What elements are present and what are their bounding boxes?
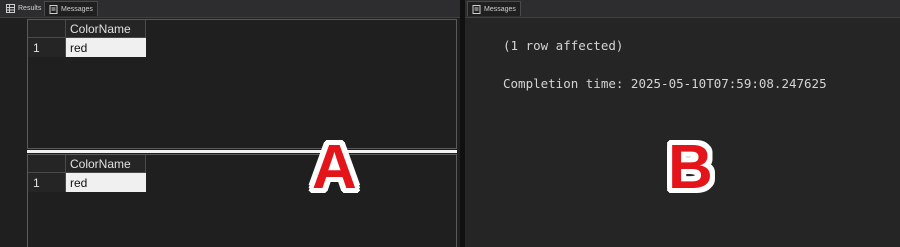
column-header[interactable]: ColorName <box>66 20 146 38</box>
messages-icon <box>472 4 481 14</box>
result-grid-2: ColorName 1 red <box>27 154 457 247</box>
results-tabstrip: Results Messages <box>0 0 460 18</box>
grid-corner-cell[interactable] <box>28 20 66 38</box>
tab-results-label: Results <box>18 5 42 12</box>
splitter-bar[interactable] <box>27 150 457 153</box>
grid-corner-cell[interactable] <box>28 155 66 173</box>
tab-messages-label: Messages <box>61 5 93 13</box>
tab-messages[interactable]: Messages <box>44 1 98 16</box>
messages-panel: Messages (1 row affected) Completion tim… <box>465 0 900 247</box>
message-rows-affected: (1 row affected) <box>503 38 624 53</box>
tab-messages-right-label: Messages <box>484 5 516 13</box>
row-number[interactable]: 1 <box>28 173 66 192</box>
overlay-label-b: B <box>668 133 713 202</box>
messages-icon <box>49 4 58 14</box>
message-completion-time: Completion time: 2025-05-10T07:59:08.247… <box>503 76 827 91</box>
messages-tabstrip: Messages <box>465 0 900 18</box>
tab-messages-right[interactable]: Messages <box>467 1 521 16</box>
result-grid-1: ColorName 1 red <box>27 19 457 149</box>
screenshot-frame: Results Messages ColorName 1 red ColorNa… <box>0 0 900 247</box>
results-panel: Results Messages ColorName 1 red ColorNa… <box>0 0 460 247</box>
row-number[interactable]: 1 <box>28 38 66 57</box>
tab-results[interactable]: Results <box>2 1 45 16</box>
overlay-label-a: A <box>312 133 357 202</box>
column-header[interactable]: ColorName <box>66 155 146 173</box>
grid-cell[interactable]: red <box>66 173 146 192</box>
grid-icon <box>6 4 15 13</box>
grid-cell[interactable]: red <box>66 38 146 57</box>
